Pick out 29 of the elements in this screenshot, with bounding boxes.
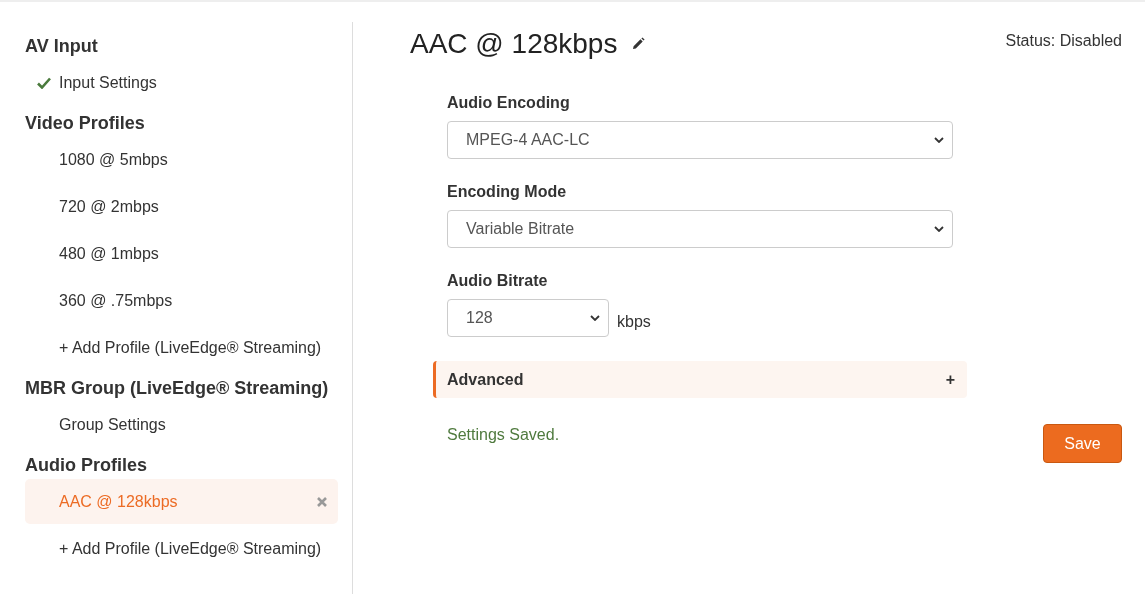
select-dropdown[interactable]: Variable Bitrate [447, 210, 953, 248]
sidebar-item[interactable]: 480 @ 1mbps [25, 231, 338, 276]
sidebar-item[interactable]: 1080 @ 5mbps [25, 137, 338, 182]
sidebar-item[interactable]: 360 @ .75mbps [25, 278, 338, 323]
chevron-icon [934, 226, 944, 232]
status-text: Status: Disabled [1005, 32, 1122, 50]
select-dropdown[interactable]: MPEG-4 AAC-LC [447, 121, 953, 159]
check-icon [37, 76, 51, 89]
pencil-icon[interactable] [631, 37, 646, 51]
profile-title: AAC @ 128kbps [410, 28, 618, 60]
close-icon[interactable] [316, 495, 328, 508]
section-heading: Video Profiles [25, 113, 146, 135]
chevron-icon [590, 315, 600, 321]
sidebar-item[interactable]: + Add Profile (LiveEdge® Streaming) [25, 325, 338, 370]
field-label: Encoding Mode [447, 183, 568, 201]
section-heading: Audio Profiles [25, 455, 148, 477]
unit-label: kbps [617, 313, 651, 332]
sidebar-item[interactable]: 720 @ 2mbps [25, 184, 338, 229]
section-heading: MBR Group (LiveEdge® Streaming) [25, 378, 330, 400]
advanced-panel-header[interactable]: Advanced + [433, 361, 967, 398]
field-label: Audio Encoding [447, 94, 571, 112]
sidebar-item[interactable]: + Add Profile (LiveEdge® Streaming) [25, 526, 338, 571]
select-dropdown[interactable]: 128 [447, 299, 609, 337]
saved-message: Settings Saved. [447, 426, 560, 444]
sidebar-item[interactable]: Input Settings [25, 60, 338, 105]
chevron-icon [934, 137, 944, 143]
field-label: Audio Bitrate [447, 272, 549, 290]
section-heading: AV Input [25, 36, 99, 58]
sidebar-item[interactable]: Group Settings [25, 402, 338, 447]
